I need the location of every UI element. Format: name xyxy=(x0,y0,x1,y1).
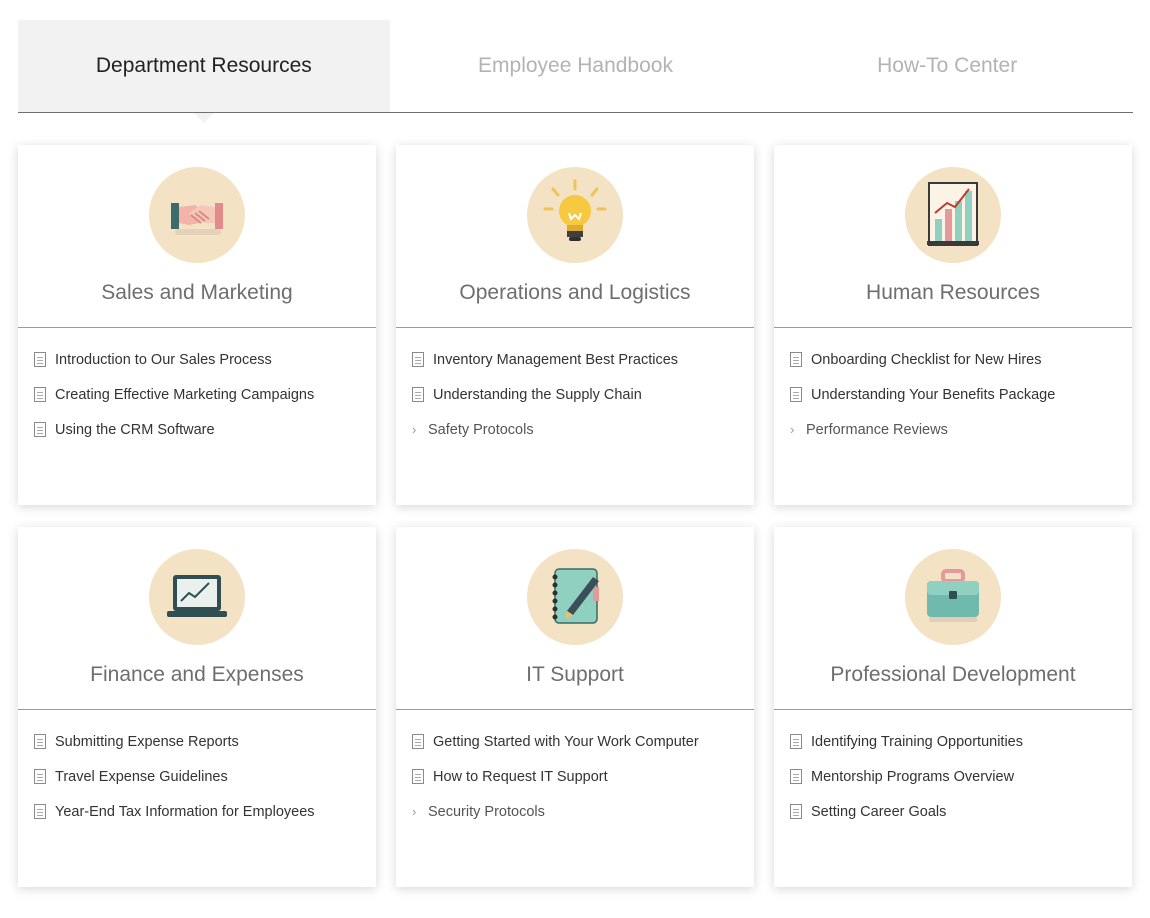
resource-label: Security Protocols xyxy=(428,803,545,820)
document-icon xyxy=(34,422,46,437)
resource-link[interactable]: Setting Career Goals xyxy=(790,794,1132,829)
card-title: Operations and Logistics xyxy=(459,281,691,304)
tab-how-to-center[interactable]: How-To Center xyxy=(761,20,1133,112)
resource-link[interactable]: Understanding Your Benefits Package xyxy=(790,377,1132,412)
resource-label: Understanding the Supply Chain xyxy=(433,386,642,403)
resource-list: Getting Started with Your Work Computer … xyxy=(396,710,754,829)
resource-list: Introduction to Our Sales Process Creati… xyxy=(18,328,376,447)
card-finance-and-expenses: Finance and Expenses Submitting Expense … xyxy=(18,527,376,887)
resource-link[interactable]: Getting Started with Your Work Computer xyxy=(412,724,754,759)
resource-label: Introduction to Our Sales Process xyxy=(55,351,272,368)
resource-label: Identifying Training Opportunities xyxy=(811,733,1023,750)
card-header: Professional Development xyxy=(774,527,1132,710)
document-icon xyxy=(790,387,802,402)
resource-label: Setting Career Goals xyxy=(811,803,947,820)
resource-label: Getting Started with Your Work Computer xyxy=(433,733,699,750)
chevron-right-icon: › xyxy=(412,422,417,437)
card-title: Finance and Expenses xyxy=(90,663,304,686)
resource-label: Creating Effective Marketing Campaigns xyxy=(55,386,315,403)
resource-list: Onboarding Checklist for New Hires Under… xyxy=(774,328,1132,447)
resource-label: Inventory Management Best Practices xyxy=(433,351,679,368)
resource-label: Using the CRM Software xyxy=(55,421,215,438)
card-human-resources: Human Resources Onboarding Checklist for… xyxy=(774,145,1132,505)
resource-link[interactable]: Understanding the Supply Chain xyxy=(412,377,754,412)
resource-label: Understanding Your Benefits Package xyxy=(811,386,1056,403)
resource-label: Travel Expense Guidelines xyxy=(55,768,228,785)
document-icon xyxy=(34,352,46,367)
document-icon xyxy=(412,769,424,784)
chevron-right-icon: › xyxy=(412,804,417,819)
card-professional-development: Professional Development Identifying Tra… xyxy=(774,527,1132,887)
document-icon xyxy=(790,769,802,784)
document-icon xyxy=(412,352,424,367)
resource-folder[interactable]: › Safety Protocols xyxy=(412,412,754,447)
resource-label: How to Request IT Support xyxy=(433,768,608,785)
resource-label: Mentorship Programs Overview xyxy=(811,768,1015,785)
resource-folder[interactable]: › Security Protocols xyxy=(412,794,754,829)
document-icon xyxy=(412,734,424,749)
document-icon xyxy=(34,387,46,402)
resource-label: Year-End Tax Information for Employees xyxy=(55,803,315,820)
document-icon xyxy=(790,734,802,749)
resource-tabs: Department Resources Employee Handbook H… xyxy=(18,20,1133,123)
document-icon xyxy=(790,352,802,367)
laptop-chart-icon xyxy=(149,549,245,645)
card-title: Sales and Marketing xyxy=(101,281,293,304)
card-it-support: IT Support Getting Started with Your Wor… xyxy=(396,527,754,887)
card-header: Sales and Marketing xyxy=(18,145,376,328)
card-title: Human Resources xyxy=(866,281,1040,304)
resource-link[interactable]: How to Request IT Support xyxy=(412,759,754,794)
card-header: Human Resources xyxy=(774,145,1132,328)
resource-list: Identifying Training Opportunities Mento… xyxy=(774,710,1132,829)
document-icon xyxy=(34,804,46,819)
card-operations-and-logistics: Operations and Logistics Inventory Manag… xyxy=(396,145,754,505)
resource-list: Inventory Management Best Practices Unde… xyxy=(396,328,754,447)
resource-label: Safety Protocols xyxy=(428,421,534,438)
notebook-pen-icon xyxy=(527,549,623,645)
resource-link[interactable]: Introduction to Our Sales Process xyxy=(34,342,376,377)
chevron-right-icon: › xyxy=(790,422,795,437)
resource-link[interactable]: Year-End Tax Information for Employees xyxy=(34,794,376,829)
resource-link[interactable]: Submitting Expense Reports xyxy=(34,724,376,759)
lightbulb-icon xyxy=(527,167,623,263)
tab-employee-handbook[interactable]: Employee Handbook xyxy=(390,20,762,112)
card-header: IT Support xyxy=(396,527,754,710)
resource-link[interactable]: Travel Expense Guidelines xyxy=(34,759,376,794)
resource-label: Performance Reviews xyxy=(806,421,948,438)
bar-chart-icon xyxy=(905,167,1001,263)
resource-label: Onboarding Checklist for New Hires xyxy=(811,351,1042,368)
handshake-icon xyxy=(149,167,245,263)
resource-folder[interactable]: › Performance Reviews xyxy=(790,412,1132,447)
document-icon xyxy=(34,734,46,749)
document-icon xyxy=(34,769,46,784)
resource-link[interactable]: Using the CRM Software xyxy=(34,412,376,447)
resource-link[interactable]: Onboarding Checklist for New Hires xyxy=(790,342,1132,377)
document-icon xyxy=(790,804,802,819)
resource-link[interactable]: Inventory Management Best Practices xyxy=(412,342,754,377)
department-grid: Sales and Marketing Introduction to Our … xyxy=(18,145,1133,887)
card-sales-and-marketing: Sales and Marketing Introduction to Our … xyxy=(18,145,376,505)
document-icon xyxy=(412,387,424,402)
tab-department-resources[interactable]: Department Resources xyxy=(18,20,390,123)
card-title: IT Support xyxy=(526,663,624,686)
resource-list: Submitting Expense Reports Travel Expens… xyxy=(18,710,376,829)
resource-label: Submitting Expense Reports xyxy=(55,733,239,750)
resource-link[interactable]: Identifying Training Opportunities xyxy=(790,724,1132,759)
resource-link[interactable]: Mentorship Programs Overview xyxy=(790,759,1132,794)
card-header: Finance and Expenses xyxy=(18,527,376,710)
briefcase-icon xyxy=(905,549,1001,645)
card-title: Professional Development xyxy=(830,663,1076,686)
card-header: Operations and Logistics xyxy=(396,145,754,328)
resource-link[interactable]: Creating Effective Marketing Campaigns xyxy=(34,377,376,412)
